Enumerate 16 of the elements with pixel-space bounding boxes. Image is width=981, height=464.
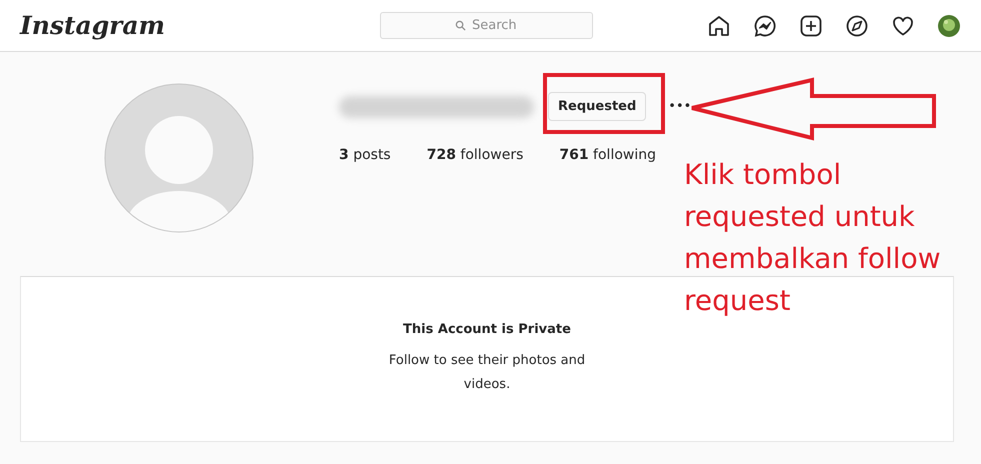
profile-stat[interactable]: 728 followers	[426, 147, 524, 163]
home-icon[interactable]	[707, 14, 731, 38]
profile-stat[interactable]: 3 posts	[339, 147, 391, 163]
plus-icon[interactable]	[799, 14, 823, 38]
annotation-text: Klik tombol requested untuk membalkan follow request	[684, 157, 942, 319]
private-title: This Account is Private	[403, 322, 571, 337]
more-button[interactable]: •••	[668, 99, 692, 114]
avatar-icon[interactable]	[937, 14, 961, 38]
logo[interactable]: Instagram	[20, 11, 380, 40]
heart-icon[interactable]	[891, 14, 915, 38]
search-field[interactable]: Search	[380, 12, 593, 39]
private-message: Follow to see their photos and videos.	[388, 352, 586, 394]
chat-bubble-icon[interactable]	[753, 14, 777, 38]
requested-button[interactable]: Requested	[548, 92, 646, 121]
profile-stat[interactable]: 761 following	[559, 147, 656, 163]
compass-icon[interactable]	[845, 14, 869, 38]
